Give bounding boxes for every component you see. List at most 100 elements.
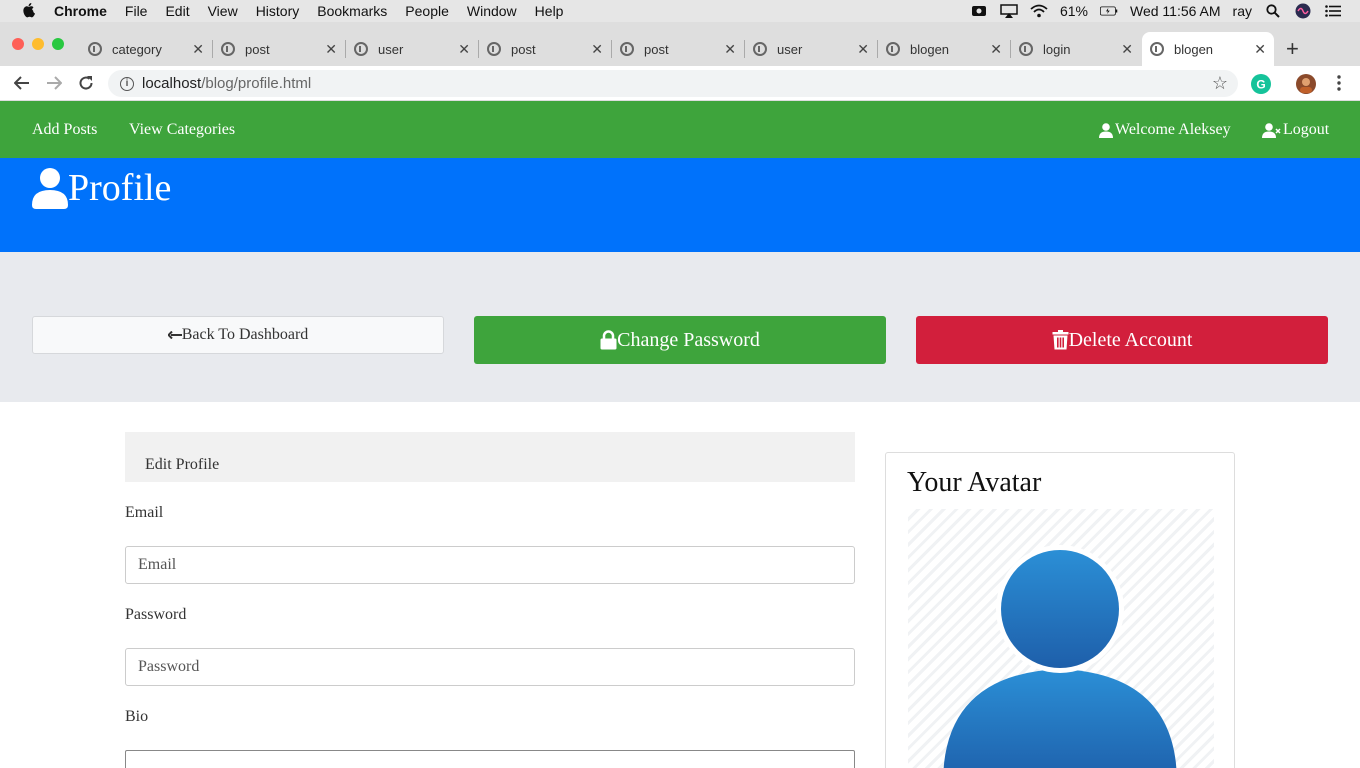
reload-icon[interactable] [75,72,97,94]
site-info-icon[interactable]: i [120,76,134,91]
user-name[interactable]: ray [1233,3,1252,19]
lock-icon [600,330,617,350]
battery-percent: 61% [1059,3,1088,19]
tab-title: blogen [910,41,950,57]
browser-tab-active[interactable]: blogen ✕ [1142,32,1274,66]
screen-share-icon[interactable] [970,4,988,18]
menu-view[interactable]: View [208,3,238,19]
url-host: localhost [142,75,202,92]
airplay-icon[interactable] [1000,4,1018,18]
menu-edit[interactable]: Edit [165,3,189,19]
browser-tab[interactable]: category ✕ [80,32,213,66]
bookmark-star-icon[interactable]: ☆ [1212,73,1228,94]
browser-tabstrip: category ✕ post ✕ user ✕ post ✕ post ✕ u… [0,22,1360,66]
chrome-menu-icon[interactable] [1328,72,1350,94]
page-title: Profile [32,166,171,210]
tab-close-icon[interactable]: ✕ [1121,41,1133,58]
tab-close-icon[interactable]: ✕ [192,41,204,58]
maximize-window-button[interactable] [52,38,64,50]
clock[interactable]: Wed 11:56 AM [1130,3,1221,19]
apple-icon[interactable] [20,1,40,21]
tab-close-icon[interactable]: ✕ [1254,41,1266,58]
nav-welcome-text: Welcome Aleksey [1115,121,1231,138]
edit-profile-header: Edit Profile [125,432,855,482]
delete-account-button[interactable]: Delete Account [916,316,1328,364]
delete-account-label: Delete Account [1068,328,1193,351]
menu-history[interactable]: History [256,3,300,19]
nav-view-categories-link[interactable]: View Categories [129,121,235,139]
tab-close-icon[interactable]: ✕ [724,41,736,58]
tab-close-icon[interactable]: ✕ [857,41,869,58]
menu-people[interactable]: People [405,3,449,19]
browser-tab[interactable]: user ✕ [346,32,479,66]
grammarly-extension-icon[interactable]: G [1251,74,1271,94]
menu-app-name[interactable]: Chrome [54,3,107,19]
tab-title: post [644,41,669,57]
tab-title: login [1043,41,1071,57]
github-favicon-icon [354,42,368,56]
browser-tab[interactable]: post ✕ [479,32,612,66]
avatar-card: Your Avatar [885,452,1235,768]
siri-icon[interactable] [1294,3,1312,19]
address-bar[interactable]: i localhost/blog/profile.html ☆ [108,70,1238,97]
menu-help[interactable]: Help [535,3,564,19]
new-tab-icon[interactable]: + [1286,36,1299,62]
github-favicon-icon [886,42,900,56]
browser-tab[interactable]: post ✕ [612,32,745,66]
minimize-window-button[interactable] [32,38,44,50]
tab-title: blogen [1174,41,1214,57]
password-input[interactable] [125,648,855,686]
user-icon [32,168,68,209]
web-page: Add Posts View Categories Welcome Alekse… [0,101,1360,768]
password-label: Password [125,606,187,623]
forward-arrow-icon[interactable] [43,72,65,94]
browser-tab[interactable]: user ✕ [745,32,878,66]
github-favicon-icon [753,42,767,56]
github-favicon-icon [1150,42,1164,56]
menu-bookmarks[interactable]: Bookmarks [317,3,387,19]
github-favicon-icon [1019,42,1033,56]
browser-tab[interactable]: login ✕ [1011,32,1141,66]
email-input[interactable] [125,546,855,584]
tab-close-icon[interactable]: ✕ [591,41,603,58]
notification-center-icon[interactable] [1324,4,1342,18]
browser-tab[interactable]: post ✕ [213,32,346,66]
page-title-text: Profile [68,167,172,209]
battery-icon[interactable] [1100,4,1118,18]
github-favicon-icon [88,42,102,56]
tab-title: category [112,41,162,57]
browser-tab[interactable]: blogen ✕ [878,32,1011,66]
tab-close-icon[interactable]: ✕ [325,41,337,58]
github-favicon-icon [487,42,501,56]
change-password-label: Change Password [617,328,760,351]
arrow-left-icon [167,331,182,339]
tab-title: post [511,41,536,57]
trash-icon [1052,330,1069,350]
user-times-icon [1262,122,1281,138]
site-navbar: Add Posts View Categories Welcome Alekse… [0,101,1360,158]
tab-close-icon[interactable]: ✕ [458,41,470,58]
nav-logout-link[interactable]: Logout [1262,121,1329,139]
tab-close-icon[interactable]: ✕ [990,41,1002,58]
nav-welcome-link[interactable]: Welcome Aleksey [1099,121,1231,139]
spotlight-search-icon[interactable] [1264,4,1282,18]
menu-window[interactable]: Window [467,3,517,19]
action-bar: Back To Dashboard Change Password Delete… [0,252,1360,402]
page-header: Profile [0,158,1360,252]
back-arrow-icon[interactable] [11,72,33,94]
change-password-button[interactable]: Change Password [474,316,886,364]
wifi-icon[interactable] [1030,4,1048,18]
tab-title: user [777,41,803,57]
tab-title: user [378,41,404,57]
tab-title: post [245,41,270,57]
nav-add-posts-link[interactable]: Add Posts [32,121,97,139]
menu-file[interactable]: File [125,3,148,19]
avatar-title: Your Avatar [907,467,1042,498]
back-to-dashboard-button[interactable]: Back To Dashboard [32,316,444,354]
nav-logout-text: Logout [1283,121,1330,138]
back-to-dashboard-label: Back To Dashboard [181,326,309,343]
user-icon [1099,122,1113,138]
bio-textarea[interactable] [125,750,855,768]
close-window-button[interactable] [12,38,24,50]
profile-avatar-icon[interactable] [1296,74,1316,94]
